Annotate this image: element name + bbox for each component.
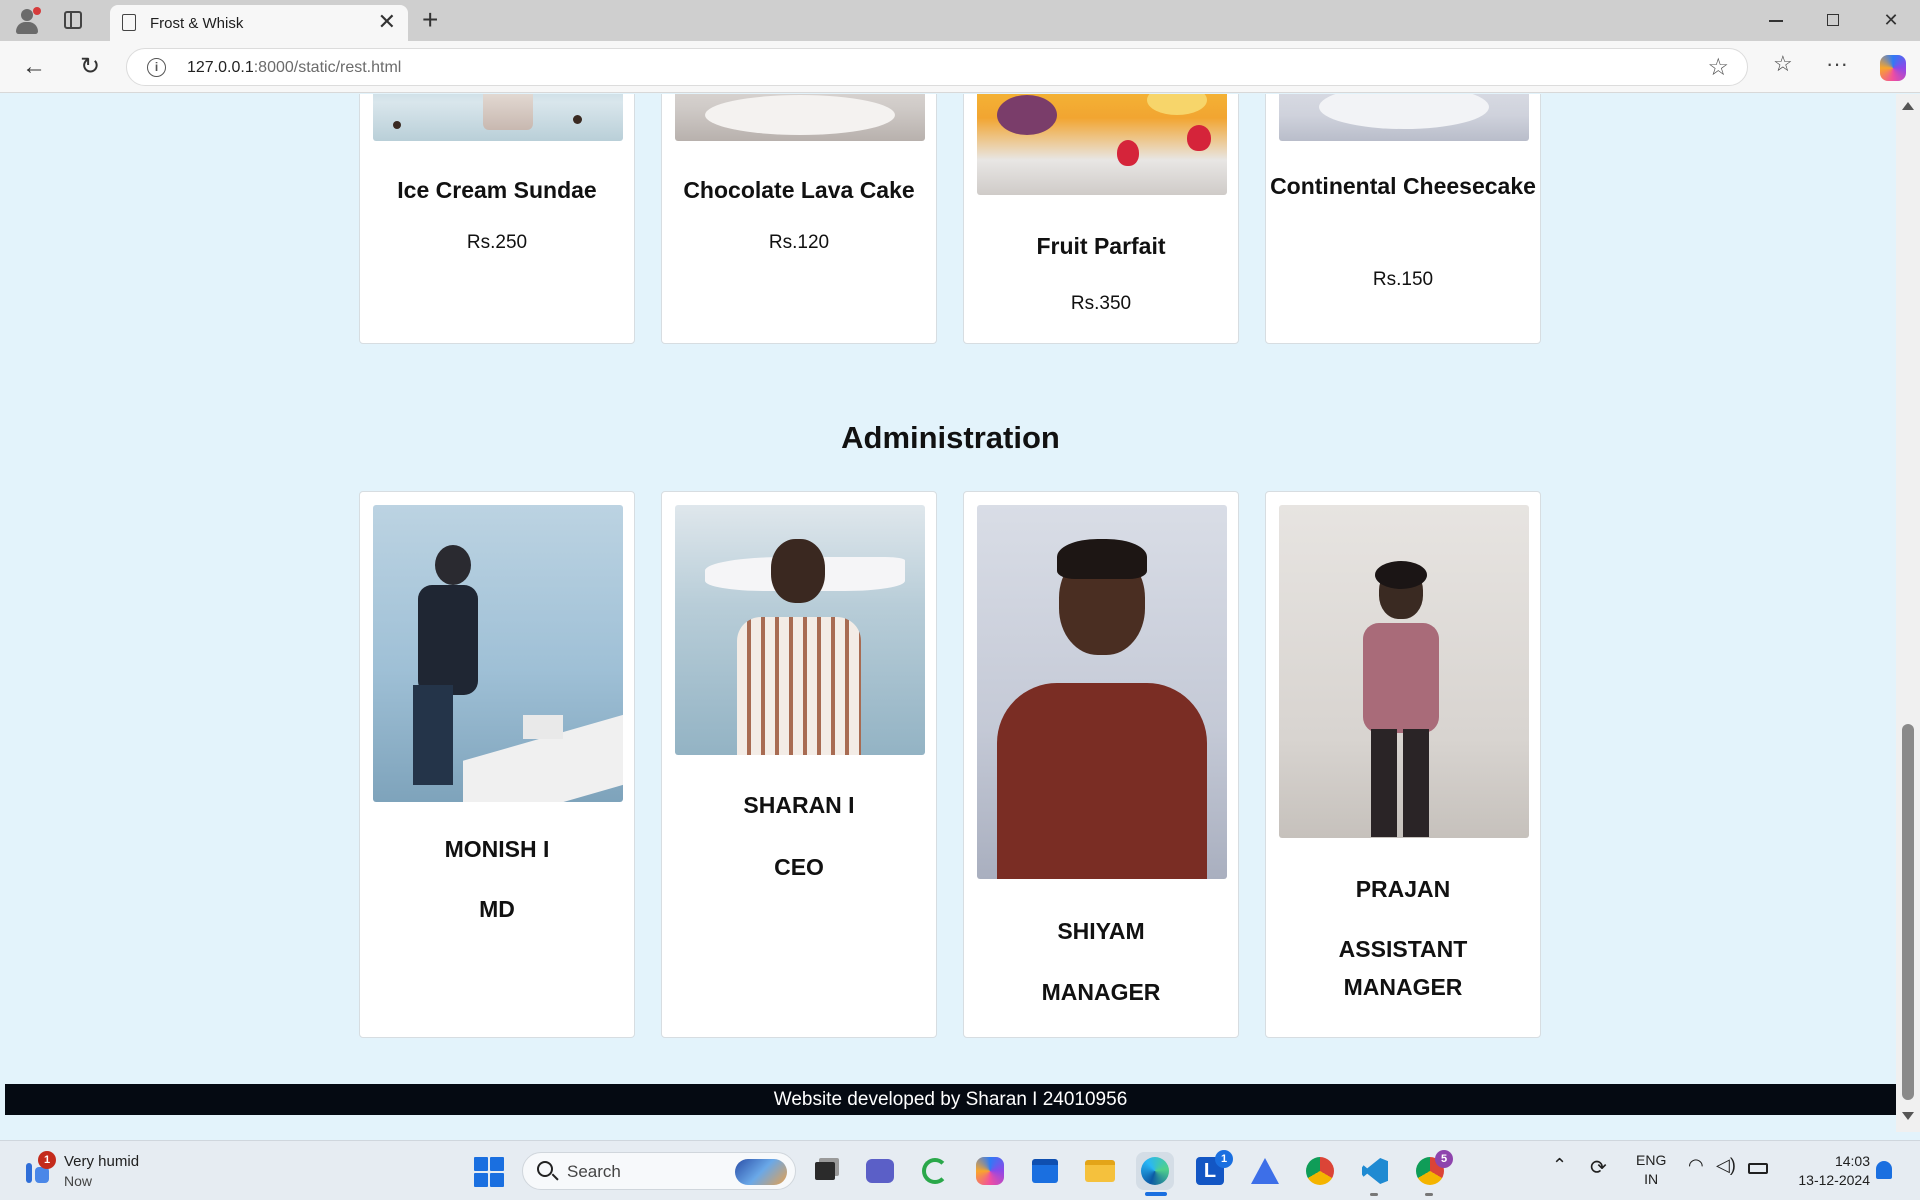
weather-title[interactable]: Very humid — [64, 1153, 139, 1170]
store-icon[interactable] — [1026, 1152, 1064, 1190]
sync-app-icon[interactable] — [916, 1152, 954, 1190]
scrollbar-thumb[interactable] — [1902, 724, 1914, 1100]
chrome-badge: 5 — [1435, 1150, 1453, 1168]
tray-overflow-icon[interactable]: ⌃ — [1552, 1155, 1567, 1176]
favorite-star-icon[interactable]: ☆ — [1707, 53, 1729, 82]
minimize-button[interactable] — [1761, 8, 1791, 32]
admin-photo — [675, 505, 925, 755]
dessert-card: Continental Cheesecake Rs.150 — [1265, 94, 1541, 344]
search-highlight-image — [735, 1159, 787, 1185]
volume-icon[interactable]: ◁) — [1716, 1155, 1736, 1176]
address-bar-row: ← ↻ i 127.0.0.1:8000/static/rest.html ☆ … — [0, 41, 1920, 93]
url-input[interactable]: i 127.0.0.1:8000/static/rest.html ☆ — [126, 48, 1748, 86]
url-text: 127.0.0.1:8000/static/rest.html — [187, 59, 402, 76]
dessert-name: Ice Cream Sundae — [397, 177, 597, 203]
page-viewport: Ice Cream Sundae Rs.250 Chocolate Lava C… — [5, 94, 1896, 1132]
dessert-card: Ice Cream Sundae Rs.250 — [359, 94, 635, 344]
vscode-icon[interactable] — [1356, 1152, 1394, 1190]
dessert-price: Rs.150 — [1372, 269, 1434, 290]
battery-icon[interactable] — [1748, 1163, 1768, 1174]
page-icon — [122, 14, 136, 31]
admin-name: SHIYAM — [1057, 918, 1145, 944]
weather-icon[interactable]: 1 — [22, 1151, 56, 1185]
vertical-scrollbar[interactable] — [1896, 94, 1920, 1132]
search-placeholder: Search — [567, 1162, 621, 1181]
tab-title: Frost & Whisk — [150, 15, 244, 32]
dessert-photo — [373, 94, 623, 141]
admin-name: MONISH I — [444, 836, 550, 862]
clock[interactable]: 14:03 13-12-2024 — [1776, 1152, 1870, 1190]
wifi-icon[interactable]: ◠ — [1688, 1155, 1704, 1176]
refresh-icon[interactable]: ↻ — [76, 53, 104, 81]
dessert-name: Fruit Parfait — [1036, 233, 1166, 259]
favorites-icon[interactable]: ☆ — [1773, 51, 1793, 77]
outlook-icon[interactable]: L 1 — [1191, 1150, 1233, 1190]
start-icon[interactable] — [474, 1157, 504, 1187]
admin-role: ASSISTANT MANAGER — [1338, 936, 1468, 1000]
browser-tab[interactable]: Frost & Whisk ✕ — [110, 5, 408, 41]
language-indicator[interactable]: ENG IN — [1636, 1151, 1666, 1189]
restore-button[interactable] — [1818, 8, 1848, 32]
new-tab-button[interactable]: + — [422, 5, 438, 35]
dessert-price: Rs.250 — [466, 232, 528, 253]
tabs-icon[interactable] — [64, 11, 82, 29]
running-app-indicator — [1425, 1193, 1433, 1196]
search-icon — [537, 1161, 553, 1177]
dessert-photo — [977, 94, 1227, 195]
dessert-price: Rs.350 — [1070, 293, 1132, 314]
footer: Website developed by Sharan I 24010956 — [5, 1084, 1896, 1115]
outlook-badge: 1 — [1215, 1150, 1233, 1168]
admin-name: PRAJAN — [1355, 876, 1451, 902]
dessert-card: Chocolate Lava Cake Rs.120 — [661, 94, 937, 344]
admin-photo — [373, 505, 623, 802]
scroll-down-icon[interactable] — [1902, 1112, 1914, 1120]
admin-card: SHARAN I CEO — [661, 491, 937, 1038]
sync-tray-icon[interactable]: ⟳ — [1590, 1155, 1607, 1180]
taskbar: 1 Very humid Now Search L 1 5 ⌃ ⟳ ENG IN… — [0, 1140, 1920, 1200]
admin-photo — [977, 505, 1227, 879]
admin-role: MANAGER — [1041, 979, 1161, 1005]
admin-card: MONISH I MD — [359, 491, 635, 1038]
more-icon[interactable]: ··· — [1826, 51, 1848, 77]
close-window-button[interactable]: ✕ — [1876, 8, 1906, 32]
tab-close-icon[interactable]: ✕ — [378, 10, 396, 34]
copilot-icon[interactable] — [1880, 55, 1906, 81]
bell-icon[interactable] — [1876, 1161, 1892, 1179]
taskbar-search-input[interactable]: Search — [522, 1152, 796, 1190]
scroll-up-icon[interactable] — [1902, 102, 1914, 110]
browser-tab-strip: Frost & Whisk ✕ + ✕ — [0, 0, 1920, 41]
active-app-indicator — [1145, 1192, 1167, 1196]
dessert-photo — [1279, 94, 1529, 141]
section-title-administration: Administration — [841, 420, 1060, 455]
dessert-name: Continental Cheesecake — [1270, 173, 1536, 199]
dessert-name: Chocolate Lava Cake — [683, 177, 915, 203]
admin-card: SHIYAM MANAGER — [963, 491, 1239, 1038]
admin-role: MD — [479, 896, 515, 922]
weather-badge: 1 — [38, 1151, 56, 1169]
admin-name: SHARAN I — [743, 792, 855, 818]
chrome-icon[interactable] — [1301, 1152, 1339, 1190]
profile-icon[interactable] — [12, 6, 42, 36]
edge-icon[interactable] — [1136, 1152, 1174, 1190]
vpn-app-icon[interactable] — [1246, 1152, 1284, 1190]
dessert-card: Fruit Parfait Rs.350 — [963, 94, 1239, 344]
running-app-indicator — [1370, 1193, 1378, 1196]
weather-subtitle: Now — [64, 1173, 93, 1189]
back-icon[interactable]: ← — [20, 53, 48, 81]
dessert-price: Rs.120 — [768, 232, 830, 253]
dessert-photo — [675, 94, 925, 141]
admin-role: CEO — [774, 854, 824, 880]
admin-photo — [1279, 505, 1529, 838]
chrome-profile-icon[interactable]: 5 — [1411, 1150, 1453, 1190]
copilot-app-icon[interactable] — [971, 1152, 1009, 1190]
teams-icon[interactable] — [861, 1152, 899, 1190]
task-view-icon[interactable] — [806, 1152, 844, 1190]
info-icon[interactable]: i — [147, 58, 166, 77]
file-explorer-icon[interactable] — [1081, 1152, 1119, 1190]
admin-card: PRAJAN ASSISTANT MANAGER — [1265, 491, 1541, 1038]
